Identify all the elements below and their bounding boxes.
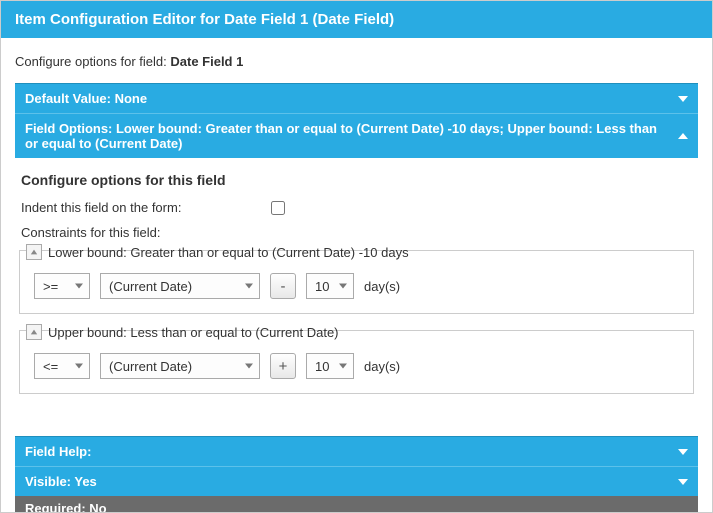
section-default-value[interactable]: Default Value: None bbox=[15, 83, 698, 113]
upper-bound-block: Upper bound: Less than or equal to (Curr… bbox=[19, 330, 694, 394]
lower-bound-controls: >= (Current Date) - 10 day(s) bbox=[20, 273, 693, 313]
field-options-panel: Configure options for this field Indent … bbox=[15, 158, 698, 418]
triangle-up-icon bbox=[30, 328, 38, 336]
intro-text: Configure options for field: Date Field … bbox=[15, 54, 698, 69]
chevron-up-icon bbox=[678, 133, 688, 139]
window-title-bar: Item Configuration Editor for Date Field… bbox=[1, 1, 712, 38]
constraints-label: Constraints for this field: bbox=[21, 225, 694, 240]
upper-bound-heading-row: Upper bound: Less than or equal to (Curr… bbox=[20, 322, 693, 348]
caret-down-icon bbox=[75, 284, 83, 289]
upper-amount-select[interactable]: 10 bbox=[306, 353, 354, 379]
upper-unit-label: day(s) bbox=[364, 359, 400, 374]
lower-bound-heading-row: Lower bound: Greater than or equal to (C… bbox=[20, 242, 693, 268]
indent-label: Indent this field on the form: bbox=[21, 200, 271, 215]
section-field-help-label: Field Help: bbox=[25, 444, 91, 459]
chevron-down-icon bbox=[678, 96, 688, 102]
indent-checkbox[interactable] bbox=[271, 201, 285, 215]
upper-operator-value: <= bbox=[43, 359, 58, 374]
lower-bound-block: Lower bound: Greater than or equal to (C… bbox=[19, 250, 694, 314]
section-required[interactable]: Required: No bbox=[15, 496, 698, 512]
section-default-value-label: Default Value: None bbox=[25, 91, 147, 106]
section-field-options[interactable]: Field Options: Lower bound: Greater than… bbox=[15, 113, 698, 158]
lower-sign-button[interactable]: - bbox=[270, 273, 296, 299]
caret-down-icon bbox=[245, 284, 253, 289]
lower-operator-value: >= bbox=[43, 279, 58, 294]
editor-window: Item Configuration Editor for Date Field… bbox=[0, 0, 713, 513]
section-visible[interactable]: Visible: Yes bbox=[15, 466, 698, 496]
intro-field-name: Date Field 1 bbox=[170, 54, 243, 69]
upper-amount-value: 10 bbox=[315, 359, 329, 374]
upper-sign-value: + bbox=[279, 358, 288, 375]
lower-sign-value: - bbox=[281, 278, 286, 295]
section-required-label: Required: No bbox=[25, 501, 107, 512]
section-field-help[interactable]: Field Help: bbox=[15, 436, 698, 466]
lower-operator-select[interactable]: >= bbox=[34, 273, 90, 299]
caret-down-icon bbox=[245, 364, 253, 369]
lower-bound-heading: Lower bound: Greater than or equal to (C… bbox=[48, 245, 409, 260]
intro-prefix: Configure options for field: bbox=[15, 54, 170, 69]
indent-row: Indent this field on the form: bbox=[21, 200, 694, 215]
lower-reference-value: (Current Date) bbox=[109, 279, 192, 294]
upper-sign-button[interactable]: + bbox=[270, 353, 296, 379]
window-title: Item Configuration Editor for Date Field… bbox=[15, 11, 394, 28]
panel-title: Configure options for this field bbox=[21, 172, 694, 188]
section-field-options-label: Field Options: Lower bound: Greater than… bbox=[25, 121, 657, 151]
upper-bound-collapse-button[interactable] bbox=[26, 324, 42, 340]
upper-reference-select[interactable]: (Current Date) bbox=[100, 353, 260, 379]
lower-bound-collapse-button[interactable] bbox=[26, 244, 42, 260]
upper-reference-value: (Current Date) bbox=[109, 359, 192, 374]
caret-down-icon bbox=[339, 284, 347, 289]
caret-down-icon bbox=[75, 364, 83, 369]
upper-operator-select[interactable]: <= bbox=[34, 353, 90, 379]
caret-down-icon bbox=[339, 364, 347, 369]
chevron-down-icon bbox=[678, 449, 688, 455]
lower-reference-select[interactable]: (Current Date) bbox=[100, 273, 260, 299]
triangle-up-icon bbox=[30, 248, 38, 256]
section-visible-label: Visible: Yes bbox=[25, 474, 97, 489]
chevron-down-icon bbox=[678, 479, 688, 485]
bottom-sections: Field Help: Visible: Yes Required: No bbox=[15, 436, 698, 512]
lower-amount-select[interactable]: 10 bbox=[306, 273, 354, 299]
upper-bound-controls: <= (Current Date) + 10 day(s) bbox=[20, 353, 693, 393]
upper-bound-heading: Upper bound: Less than or equal to (Curr… bbox=[48, 325, 339, 340]
lower-unit-label: day(s) bbox=[364, 279, 400, 294]
lower-amount-value: 10 bbox=[315, 279, 329, 294]
editor-body: Configure options for field: Date Field … bbox=[1, 38, 712, 418]
